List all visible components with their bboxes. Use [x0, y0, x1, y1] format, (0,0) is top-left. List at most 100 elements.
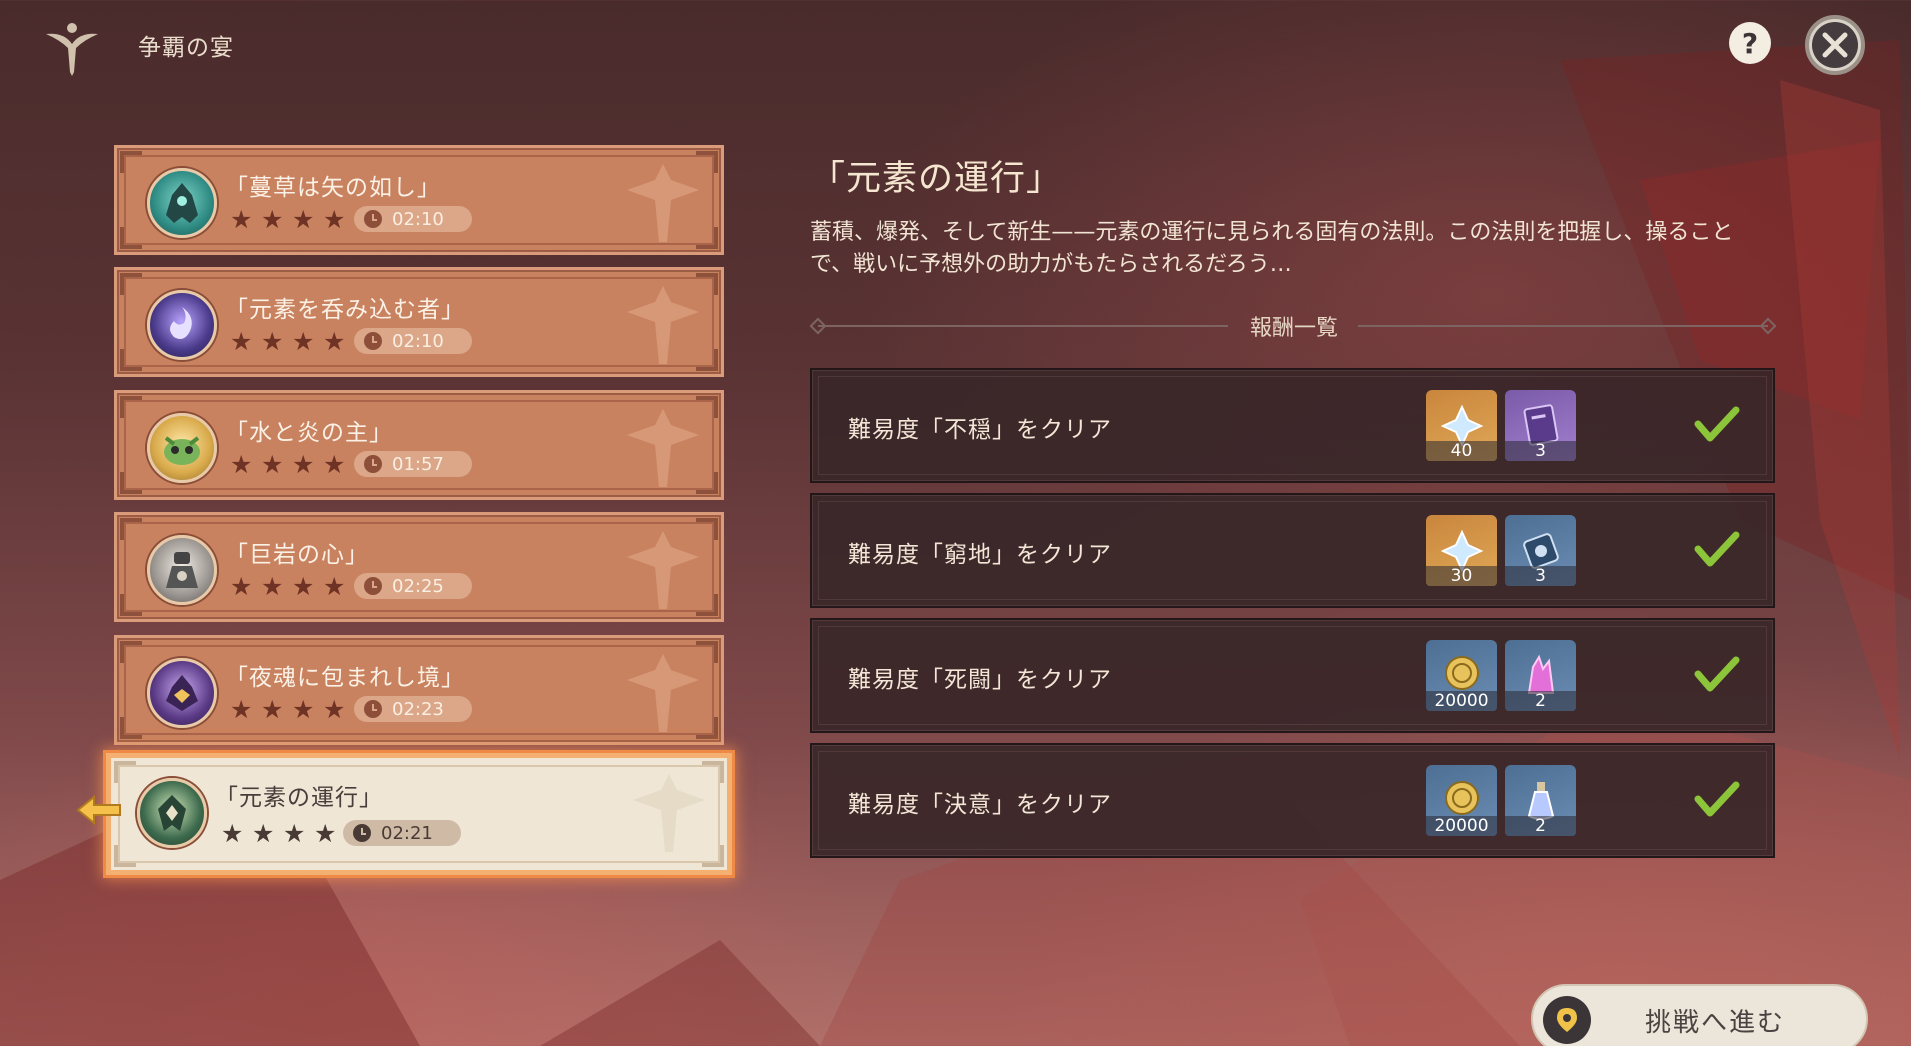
help-button[interactable]: ? [1729, 22, 1771, 64]
clear-time-value: 02:21 [381, 822, 433, 844]
reward-row: 難易度「死闘」をクリア 20000 2 [810, 618, 1775, 733]
challenge-card[interactable]: 「蔓草は矢の如し」 ★ ★ ★ ★ 02:10 [114, 145, 724, 255]
boss-avatar-icon [147, 658, 217, 728]
completed-check-icon [1694, 656, 1740, 692]
reward-items: 30 3 [1426, 515, 1576, 586]
star-rating: ★ ★ ★ ★ [230, 572, 347, 601]
challenge-name: 「蔓草は矢の如し」 [225, 175, 441, 201]
emblem-watermark-icon [627, 409, 699, 487]
challenge-name: 「元素の運行」 [215, 785, 383, 811]
star-icon: ★ [314, 819, 337, 848]
mora-icon[interactable]: 20000 [1426, 640, 1497, 711]
item-count: 20000 [1426, 816, 1497, 836]
reward-items: 20000 2 [1426, 640, 1576, 711]
star-icon: ★ [230, 327, 253, 356]
clear-time-value: 02:25 [392, 575, 444, 597]
star-icon: ★ [292, 205, 315, 234]
detail-title: 「元素の運行」 [810, 159, 1063, 199]
detail-description: 蓄積、爆発、そして新生——元素の運行に見られる固有の法則。この法則を把握し、操る… [810, 220, 1734, 277]
star-rating: ★ ★ ★ ★ [221, 819, 338, 848]
clock-icon [364, 700, 382, 718]
clear-time-value: 02:23 [392, 698, 444, 720]
star-icon: ★ [323, 327, 346, 356]
item-count: 3 [1505, 441, 1576, 461]
clock-icon [364, 577, 382, 595]
item-count: 2 [1505, 691, 1576, 711]
challenge-detail-panel: 「元素の運行」 蓄積、爆発、そして新生——元素の運行に見られる固有の法則。この法… [809, 150, 1780, 858]
primogem-icon[interactable]: 40 [1426, 390, 1497, 461]
emblem-watermark-icon [627, 164, 699, 242]
clock-icon [364, 455, 382, 473]
star-icon: ★ [261, 572, 284, 601]
star-icon: ★ [292, 450, 315, 479]
clear-time-value: 02:10 [392, 330, 444, 352]
star-icon: ★ [292, 695, 315, 724]
clear-time-value: 01:57 [392, 453, 444, 475]
primogem-icon[interactable]: 30 [1426, 515, 1497, 586]
reward-condition: 難易度「死闘」をクリア [848, 667, 1112, 693]
reward-items: 40 3 [1426, 390, 1576, 461]
star-icon: ★ [292, 327, 315, 356]
star-rating: ★ ★ ★ ★ [230, 695, 347, 724]
star-icon: ★ [292, 572, 315, 601]
star-icon: ★ [230, 205, 253, 234]
potion-icon[interactable]: 2 [1505, 765, 1576, 836]
boss-avatar-icon [147, 168, 217, 238]
clock-icon [364, 210, 382, 228]
challenge-name: 「夜魂に包まれし境」 [225, 665, 465, 691]
star-icon: ★ [221, 819, 244, 848]
star-icon: ★ [323, 695, 346, 724]
completed-check-icon [1694, 406, 1740, 442]
challenge-card-selected[interactable]: 「元素の運行」 ★ ★ ★ ★ 02:21 [106, 753, 732, 875]
item-count: 40 [1426, 441, 1497, 461]
boss-avatar-icon [147, 413, 217, 483]
challenge-name: 「元素を呑み込む者」 [225, 297, 465, 323]
header-bar: 争覇の宴 ? [0, 0, 1911, 90]
heros-wit-book-icon[interactable]: 3 [1505, 390, 1576, 461]
reward-row: 難易度「不穏」をクリア 40 3 [810, 368, 1775, 483]
reward-condition: 難易度「決意」をクリア [848, 792, 1112, 818]
star-icon: ★ [261, 450, 284, 479]
clear-time: 02:23 [354, 696, 472, 722]
challenge-name: 「水と炎の主」 [225, 420, 393, 446]
clear-time-value: 02:10 [392, 208, 444, 230]
star-icon: ★ [323, 450, 346, 479]
selection-arrow-icon [76, 794, 121, 826]
clock-icon [364, 332, 382, 350]
close-icon [1822, 32, 1848, 58]
item-count: 20000 [1426, 691, 1497, 711]
emblem-watermark-icon [627, 654, 699, 732]
reward-row: 難易度「窮地」をクリア 30 3 [810, 493, 1775, 608]
star-rating: ★ ★ ★ ★ [230, 327, 347, 356]
challenge-card[interactable]: 「夜魂に包まれし境」 ★ ★ ★ ★ 02:23 [114, 635, 724, 745]
boss-avatar-icon [147, 290, 217, 360]
clear-time: 02:10 [354, 206, 472, 232]
page-title: 争覇の宴 [138, 35, 234, 61]
challenge-card[interactable]: 「元素を呑み込む者」 ★ ★ ★ ★ 02:10 [114, 267, 724, 377]
start-challenge-button[interactable]: 挑戦へ進む [1531, 984, 1868, 1046]
star-icon: ★ [261, 205, 284, 234]
reward-items: 20000 2 [1426, 765, 1576, 836]
clear-time: 02:25 [354, 573, 472, 599]
location-pin-icon [1557, 1008, 1577, 1032]
item-count: 30 [1426, 566, 1497, 586]
challenge-card[interactable]: 「水と炎の主」 ★ ★ ★ ★ 01:57 [114, 390, 724, 500]
boss-avatar-icon [147, 535, 217, 605]
star-icon: ★ [252, 819, 275, 848]
item-count: 2 [1505, 816, 1576, 836]
item-count: 3 [1505, 566, 1576, 586]
challenge-card[interactable]: 「巨岩の心」 ★ ★ ★ ★ 02:25 [114, 512, 724, 622]
emblem-watermark-icon [627, 286, 699, 364]
weapon-ore-scroll-icon[interactable]: 3 [1505, 515, 1576, 586]
boss-avatar-icon [137, 778, 207, 848]
close-button[interactable] [1805, 15, 1865, 75]
emblem-watermark-icon [633, 774, 705, 852]
star-icon: ★ [261, 695, 284, 724]
star-icon: ★ [230, 695, 253, 724]
mora-icon[interactable]: 20000 [1426, 765, 1497, 836]
star-rating: ★ ★ ★ ★ [230, 205, 347, 234]
crystal-chunk-icon[interactable]: 2 [1505, 640, 1576, 711]
event-emblem-icon [46, 23, 98, 76]
clear-time: 01:57 [354, 451, 472, 477]
reward-condition: 難易度「窮地」をクリア [848, 542, 1112, 568]
